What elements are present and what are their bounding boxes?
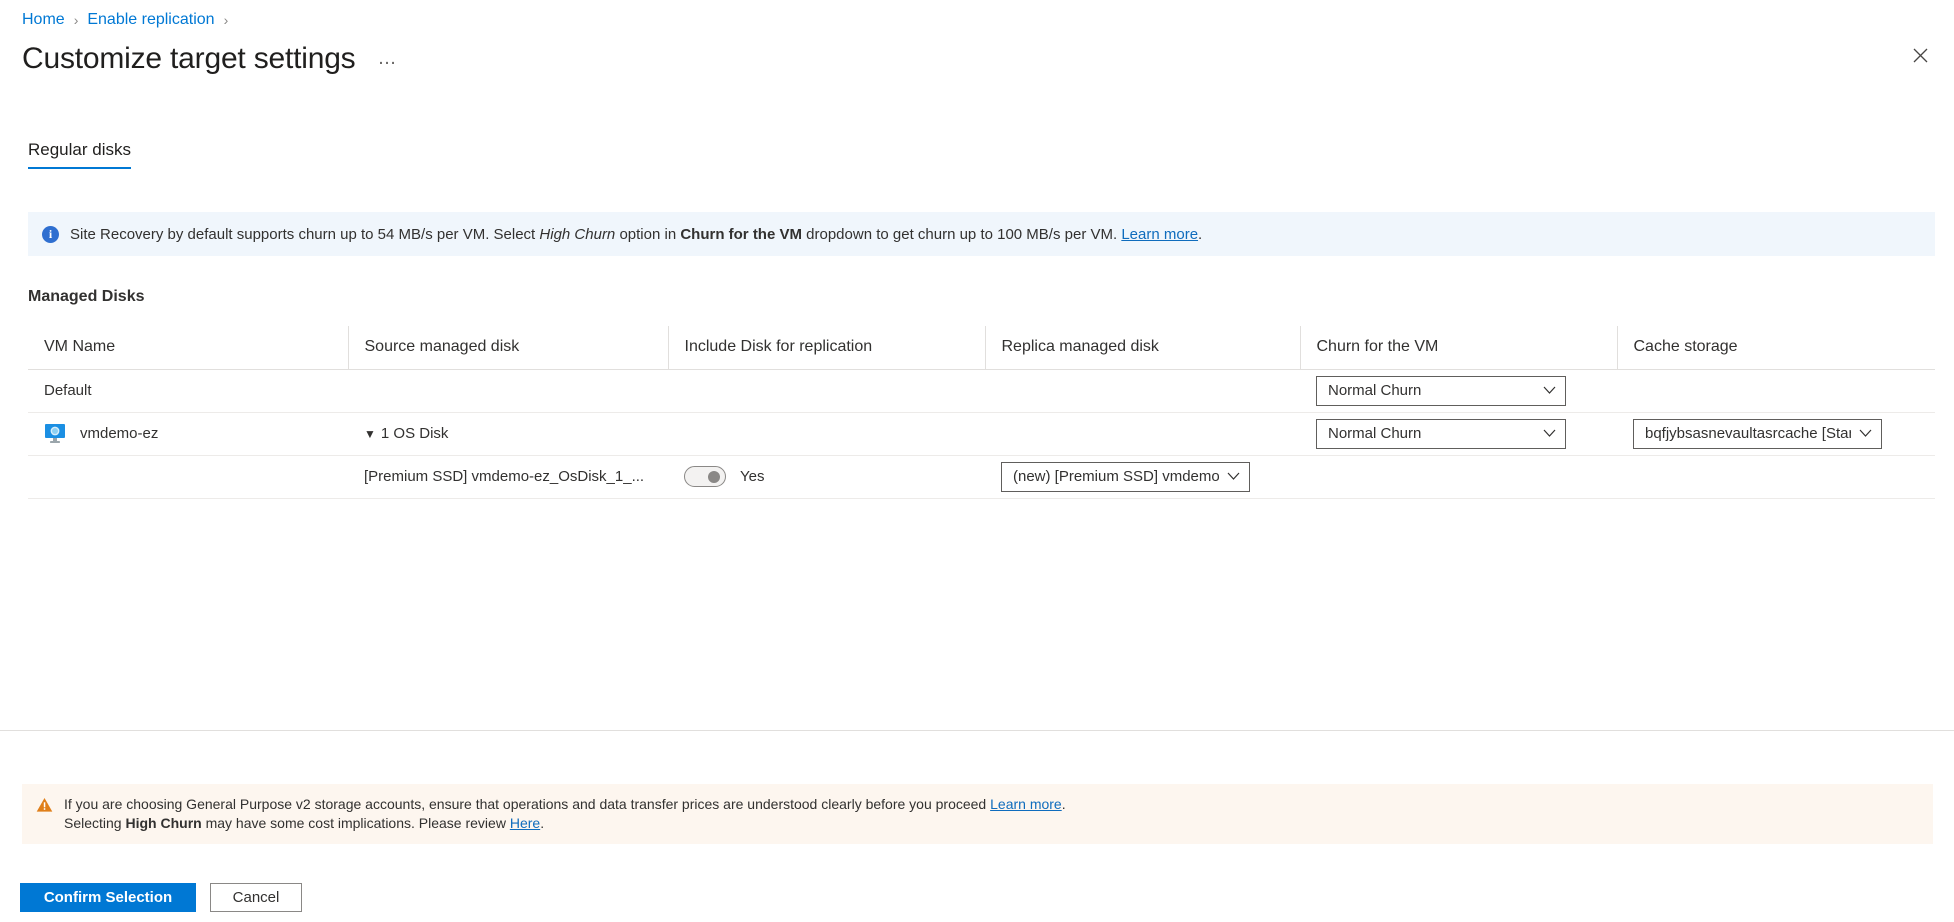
- warning-line-2: Selecting High Churn may have some cost …: [64, 814, 1066, 833]
- close-icon: [1913, 48, 1928, 63]
- customize-target-settings-blade: Home › Enable replication › Customize ta…: [0, 0, 1954, 922]
- cell-vm-name: vmdemo-ez: [28, 412, 348, 455]
- churn-dropdown-vmdemo-ez[interactable]: Normal Churn: [1316, 419, 1566, 449]
- cell-default-source-disk: [348, 369, 668, 412]
- cell-disk-source: [Premium SSD] vmdemo-ez_OsDisk_1_...: [348, 455, 668, 498]
- cache-storage-dropdown-value: bqfjybsasnevaultasrcache [Standar...: [1645, 425, 1851, 442]
- table-row-vm: vmdemo-ez ▼ 1 OS Disk Normal Churn: [28, 412, 1935, 455]
- cell-default-include: [668, 369, 985, 412]
- table-header-row: VM Name Source managed disk Include Disk…: [28, 326, 1935, 369]
- cell-default-replica: [985, 369, 1300, 412]
- column-header-churn-for-vm: Churn for the VM: [1300, 326, 1617, 369]
- cell-disk-cache: [1617, 455, 1935, 498]
- breadcrumb-separator-icon: ›: [74, 9, 79, 31]
- expand-collapse-caret-icon[interactable]: ▼: [364, 427, 376, 441]
- virtual-machine-icon: [44, 423, 66, 444]
- warning-line1-part2: .: [1062, 796, 1066, 812]
- info-text-part2: option in: [615, 226, 680, 243]
- title-row: Customize target settings …: [22, 40, 398, 78]
- column-header-replica-managed-disk: Replica managed disk: [985, 326, 1300, 369]
- breadcrumb-item-home[interactable]: Home: [22, 9, 65, 31]
- action-bar: Confirm Selection Cancel: [20, 883, 302, 912]
- info-banner: i Site Recovery by default supports chur…: [28, 212, 1935, 256]
- managed-disks-table: VM Name Source managed disk Include Disk…: [28, 326, 1935, 499]
- cell-disk-include: Yes: [668, 455, 985, 498]
- info-icon: i: [42, 226, 59, 243]
- close-button[interactable]: [1900, 35, 1940, 75]
- cell-vm-include: [668, 412, 985, 455]
- breadcrumb-separator-icon-2: ›: [224, 9, 229, 31]
- info-text-part3: dropdown to get churn up to 100 MB/s per…: [802, 226, 1121, 243]
- cell-disk-churn: [1300, 455, 1617, 498]
- toggle-knob: [708, 471, 720, 483]
- section-title-managed-disks: Managed Disks: [28, 288, 144, 306]
- include-disk-toggle[interactable]: [684, 466, 726, 487]
- chevron-down-icon: [1227, 472, 1240, 481]
- warning-learn-more-link[interactable]: Learn more: [990, 796, 1062, 812]
- warning-banner: If you are choosing General Purpose v2 s…: [22, 784, 1933, 844]
- chevron-down-icon: [1543, 429, 1556, 438]
- chevron-down-icon: [1543, 386, 1556, 395]
- cell-default-vm-name: Default: [28, 369, 348, 412]
- cell-default-cache: [1617, 369, 1935, 412]
- warning-line2-part2: may have some cost implications. Please …: [202, 815, 510, 831]
- breadcrumb: Home › Enable replication ›: [22, 9, 228, 31]
- warning-line-1: If you are choosing General Purpose v2 s…: [64, 795, 1066, 814]
- cache-storage-dropdown[interactable]: bqfjybsasnevaultasrcache [Standar...: [1633, 419, 1882, 449]
- churn-dropdown-vmdemo-ez-value: Normal Churn: [1328, 425, 1421, 442]
- churn-dropdown-default-value: Normal Churn: [1328, 382, 1421, 399]
- column-header-source-managed-disk: Source managed disk: [348, 326, 668, 369]
- cell-vm-cache: bqfjybsasnevaultasrcache [Standar...: [1617, 412, 1935, 455]
- include-disk-toggle-label: Yes: [740, 468, 764, 485]
- column-header-include-disk: Include Disk for replication: [668, 326, 985, 369]
- replica-managed-disk-dropdown-value: (new) [Premium SSD] vmdemo-ez_...: [1013, 468, 1219, 485]
- table-row-disk: [Premium SSD] vmdemo-ez_OsDisk_1_... Yes…: [28, 455, 1935, 498]
- info-learn-more-link[interactable]: Learn more: [1121, 226, 1198, 243]
- cell-vm-replica: [985, 412, 1300, 455]
- info-banner-text: Site Recovery by default supports churn …: [70, 224, 1202, 245]
- column-header-cache-storage: Cache storage: [1617, 326, 1935, 369]
- footer-separator: [0, 730, 1954, 731]
- cell-disk-replica: (new) [Premium SSD] vmdemo-ez_...: [985, 455, 1300, 498]
- churn-dropdown-default[interactable]: Normal Churn: [1316, 376, 1566, 406]
- warning-line1-part1: If you are choosing General Purpose v2 s…: [64, 796, 990, 812]
- tab-regular-disks[interactable]: Regular disks: [28, 140, 131, 169]
- column-header-vm-name: VM Name: [28, 326, 348, 369]
- cell-vm-disk-summary: 1 OS Disk: [381, 425, 449, 442]
- chevron-down-icon: [1859, 429, 1872, 438]
- info-text-part4: .: [1198, 226, 1202, 243]
- warning-banner-text: If you are choosing General Purpose v2 s…: [64, 795, 1066, 833]
- info-text-part1: Site Recovery by default supports churn …: [70, 226, 539, 243]
- tab-regular-disks-label: Regular disks: [28, 140, 131, 159]
- cancel-button[interactable]: Cancel: [210, 883, 302, 912]
- table-row-default: Default Normal Churn: [28, 369, 1935, 412]
- cell-default-churn: Normal Churn: [1300, 369, 1617, 412]
- cell-disk-vm-name: [28, 455, 348, 498]
- info-text-strong: Churn for the VM: [680, 226, 802, 243]
- cell-vm-churn: Normal Churn: [1300, 412, 1617, 455]
- breadcrumb-item-enable-replication[interactable]: Enable replication: [87, 9, 214, 31]
- cell-vm-name-label: vmdemo-ez: [80, 425, 158, 442]
- more-options-button[interactable]: …: [377, 49, 398, 69]
- info-text-emphasis: High Churn: [539, 226, 615, 243]
- confirm-selection-button[interactable]: Confirm Selection: [20, 883, 196, 912]
- cell-vm-source-disk[interactable]: ▼ 1 OS Disk: [348, 412, 668, 455]
- replica-managed-disk-dropdown[interactable]: (new) [Premium SSD] vmdemo-ez_...: [1001, 462, 1250, 492]
- warning-line2-part1: Selecting: [64, 815, 125, 831]
- warning-here-link[interactable]: Here: [510, 815, 540, 831]
- page-title: Customize target settings: [22, 40, 355, 78]
- warning-line2-strong: High Churn: [125, 815, 201, 831]
- warning-line2-part3: .: [540, 815, 544, 831]
- tab-list: Regular disks: [28, 140, 131, 169]
- warning-icon: [36, 797, 53, 818]
